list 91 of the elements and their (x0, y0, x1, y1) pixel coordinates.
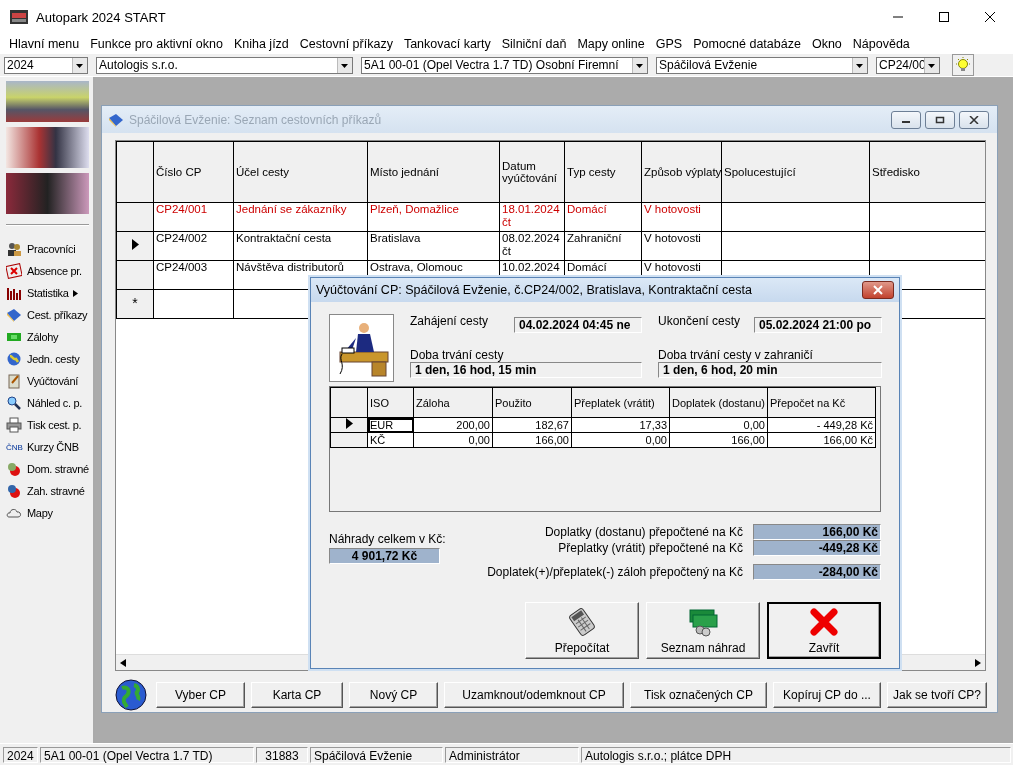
field-label: Přeplatky (vrátit) přepočtené na Kč (558, 541, 743, 555)
status-field: Autologis s.r.o.; plátce DPH (581, 746, 1011, 763)
table-cell: Jednání se zákazníky (233, 202, 368, 232)
menu-item[interactable]: Mapy online (573, 37, 649, 51)
field-label: Doplatek(+)/přeplatek(-) záloh přepočtený na Kč (487, 565, 743, 579)
duration-field[interactable]: 1 den, 6 hod, 20 min (658, 362, 882, 378)
menu-item[interactable]: Nápověda (848, 37, 914, 51)
sidebar-item[interactable]: Dom. stravné (6, 458, 93, 480)
table-cell: CP24/001 (153, 202, 234, 232)
sidebar-item[interactable]: Zálohy (6, 326, 93, 348)
table-cell: Bratislava (367, 231, 500, 261)
column-header[interactable]: Použito (492, 387, 572, 418)
dropdown[interactable]: 5A1 00-01 (Opel Vectra 1.7 TD) Osobní Firemní (361, 56, 648, 74)
column-header[interactable]: Středisko (869, 141, 985, 203)
dropdown[interactable]: Autologis s.r.o. (96, 56, 353, 74)
column-header[interactable]: Přepočet na Kč (767, 387, 876, 418)
dropdown[interactable]: 2024 (4, 56, 88, 74)
toolbar-button[interactable]: Karta CP (251, 682, 343, 708)
duration-field[interactable]: 1 den, 16 hod, 15 min (410, 362, 642, 378)
amount-field: 166,00 Kč (753, 524, 881, 540)
sidebar-item[interactable]: Pracovníci (6, 238, 93, 260)
status-field: Administrátor (445, 746, 579, 763)
amount-field: -449,28 Kč (753, 540, 881, 556)
field-label: Zahájení cesty (410, 314, 489, 328)
column-header[interactable]: Datum vyúčtování (499, 141, 565, 203)
menu-item[interactable]: Silniční daň (497, 37, 571, 51)
sidebar-item[interactable]: Statistika (6, 282, 93, 304)
menu-item[interactable]: Tankovací karty (399, 37, 495, 51)
toolbar-button[interactable]: Vyber CP (156, 682, 245, 708)
field-label: Doba trvání cesty (410, 348, 505, 362)
column-header[interactable]: Způsob výplaty (641, 141, 722, 203)
menu-item[interactable]: Hlavní menu (5, 37, 84, 51)
toolbar-button[interactable]: Kopíruj CP do ... (773, 682, 881, 708)
column-header[interactable]: Záloha (413, 387, 493, 418)
sidebar-item[interactable]: Cest. příkazy (6, 304, 93, 326)
date-field[interactable]: 04.02.2024 04:45 ne (514, 317, 642, 333)
table-cell: V hotovosti (641, 231, 722, 261)
toolbar-button[interactable]: Jak se tvoří CP? (887, 682, 987, 708)
sidebar-item[interactable]: ČNB Kurzy ČNB (6, 436, 93, 458)
menu-item[interactable]: Kniha jízd (229, 37, 293, 51)
column-header[interactable]: Místo jednání (367, 141, 500, 203)
table-cell: V hotovosti (641, 202, 722, 232)
status-field: 5A1 00-01 (Opel Vectra 1.7 TD) (40, 746, 254, 763)
menu-item[interactable]: Cestovní příkazy (295, 37, 397, 51)
toolbar-button[interactable]: Nový CP (349, 682, 438, 708)
dialog-button[interactable]: Seznam náhrad (646, 602, 760, 659)
bank-logo-icon: ČNB (6, 442, 23, 452)
field-label: Ukončení cesty (658, 314, 741, 328)
column-header[interactable]: Účel cesty (233, 141, 368, 203)
column-header[interactable]: Přeplatek (vrátit) (571, 387, 670, 418)
field-label: Náhrady celkem v Kč: (329, 532, 446, 546)
row-indicator[interactable]: * (116, 289, 154, 319)
menu-item[interactable]: Funkce pro aktivní okno (86, 37, 227, 51)
column-header[interactable]: ISO (367, 387, 414, 418)
sidebar-item[interactable]: Zah. stravné (6, 480, 93, 502)
column-header[interactable]: Číslo CP (153, 141, 234, 203)
sidebar-item[interactable]: Náhled c. p. (6, 392, 93, 414)
status-field: 2024 (3, 746, 38, 763)
menu-item[interactable]: GPS (651, 37, 687, 51)
window-title: Spáčilová Evženie: Seznam cestovních příkazů (129, 112, 383, 127)
menu-item[interactable]: Pomocné databáze (689, 37, 805, 51)
dialog-button[interactable]: Zavřít (767, 602, 881, 659)
sidebar-item[interactable]: Vyúčtování (6, 370, 93, 392)
dialog-button[interactable]: Přepočítat (525, 602, 639, 659)
toolbar-button[interactable]: Tisk označených CP (630, 682, 767, 708)
table-cell: Plzeň, Domažlice (367, 202, 500, 232)
table-cell: 08.02.2024 čt (499, 231, 565, 261)
table-cell: Domácí (564, 202, 642, 232)
table-cell: CP24/003 (153, 260, 234, 290)
column-header[interactable]: Doplatek (dostanu) (669, 387, 768, 418)
field-label: Doba trvání cesty v zahraničí (658, 348, 814, 362)
status-field: Spáčilová Evženie (310, 746, 443, 763)
sidebar-item[interactable]: Absence pr. (6, 260, 93, 282)
toolbar-button[interactable]: Uzamknout/odemknout CP (444, 682, 624, 708)
sidebar-item[interactable]: Mapy (6, 502, 93, 524)
table-cell: CP24/002 (153, 231, 234, 261)
sidebar-item[interactable]: Tisk cest. p. (6, 414, 93, 436)
column-header[interactable]: Typ cesty (564, 141, 642, 203)
status-field: 31883 (256, 746, 308, 763)
dropdown[interactable]: Spáčilová Evženie (656, 56, 868, 74)
menu-item[interactable]: Okno (807, 37, 846, 51)
table-cell: Kontraktační cesta (233, 231, 368, 261)
sidebar-item[interactable]: Jedn. cesty (6, 348, 93, 370)
window-title: Autopark 2024 START (36, 9, 167, 25)
column-header[interactable]: Spolucestující (721, 141, 870, 203)
table-cell: 18.01.2024 čt (499, 202, 565, 232)
field-label: Doplatky (dostanu) přepočtené na Kč (544, 525, 743, 539)
table-cell: Zahraniční (564, 231, 642, 261)
date-field[interactable]: 05.02.2024 21:00 po (754, 317, 882, 333)
total-field: 4 901,72 Kč (329, 548, 440, 564)
amount-field: -284,00 Kč (753, 564, 881, 580)
